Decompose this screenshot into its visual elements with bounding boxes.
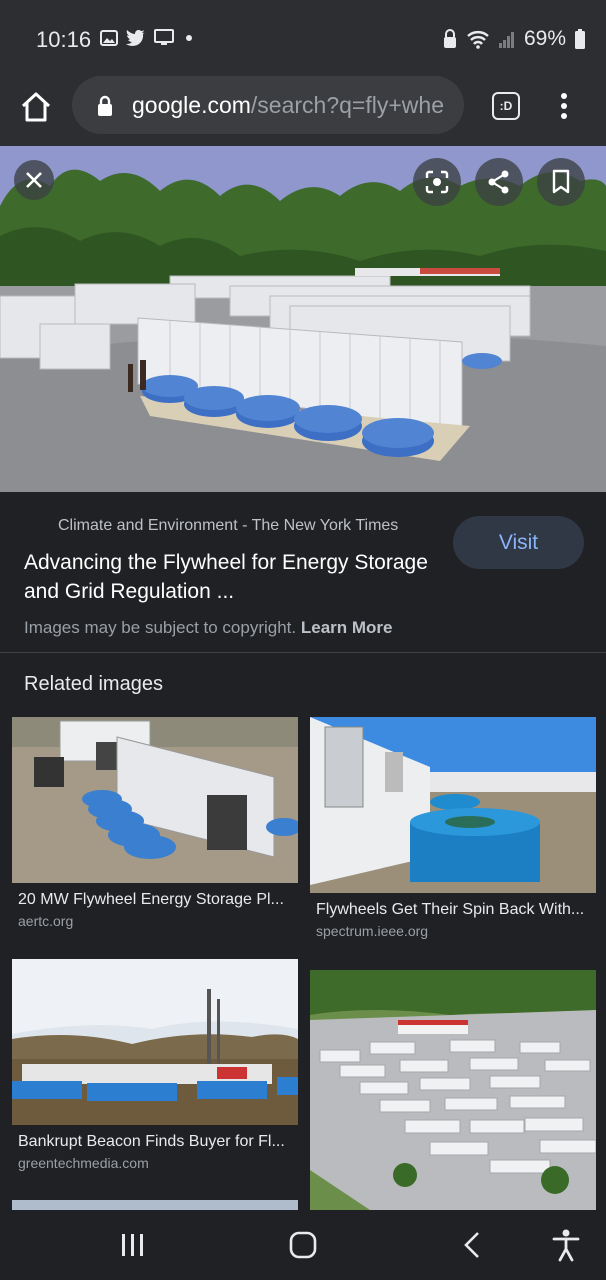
status-time: 10:16 xyxy=(36,27,92,52)
home-icon xyxy=(21,92,51,122)
related-thumbnail xyxy=(310,717,596,893)
status-bar: 10:16 69% xyxy=(0,0,606,76)
beacon-site-photo xyxy=(12,959,298,1125)
flywheel-site-photo xyxy=(12,717,298,883)
related-site: aertc.org xyxy=(18,913,74,929)
wifi-icon xyxy=(467,31,489,49)
related-image-card[interactable] xyxy=(310,970,596,1222)
twitter-icon xyxy=(126,30,145,46)
home-button[interactable] xyxy=(18,89,54,125)
section-divider xyxy=(0,652,606,653)
lock-icon xyxy=(98,95,112,116)
flywheel-tank-photo xyxy=(310,717,596,893)
save-button[interactable] xyxy=(537,158,585,206)
bookmark-icon xyxy=(552,169,570,194)
overflow-menu-button[interactable] xyxy=(554,90,574,122)
address-bar[interactable]: google.com/search?q=fly+whe xyxy=(72,76,464,134)
share-icon xyxy=(488,170,509,194)
main-image[interactable] xyxy=(0,146,606,492)
accessibility-icon[interactable] xyxy=(552,1228,580,1262)
copyright-text: Images may be subject to copyright. xyxy=(24,618,297,637)
tab-switcher-button[interactable]: :D xyxy=(492,92,520,120)
related-title: Bankrupt Beacon Finds Buyer for Fl... xyxy=(18,1133,285,1150)
lens-icon xyxy=(425,170,449,194)
image-title[interactable]: Advancing the Flywheel for Energy Storag… xyxy=(24,548,444,606)
related-images-heading: Related images xyxy=(24,673,163,695)
related-image-card[interactable]: Bankrupt Beacon Finds Buyer for Fl... gr… xyxy=(12,959,298,1171)
related-image-card[interactable]: Flywheels Get Their Spin Back With... sp… xyxy=(310,717,596,939)
related-title: Flywheels Get Their Spin Back With... xyxy=(316,901,585,918)
dot-icon xyxy=(186,35,192,41)
monitor-icon xyxy=(154,29,174,45)
flywheel-farm-aerial-image xyxy=(310,970,596,1210)
related-thumbnail xyxy=(12,959,298,1125)
lens-button[interactable] xyxy=(413,158,461,206)
related-site: greentechmedia.com xyxy=(18,1155,149,1171)
visit-button[interactable]: Visit xyxy=(453,516,584,569)
url-host: google.com xyxy=(132,92,251,118)
lock-status-icon xyxy=(443,29,456,48)
home-nav-icon[interactable] xyxy=(289,1231,317,1259)
related-site: spectrum.ieee.org xyxy=(316,923,429,939)
signal-icon xyxy=(498,32,514,48)
related-thumbnail xyxy=(12,1200,298,1210)
image-info-panel: Climate and Environment - The New York T… xyxy=(0,492,606,652)
system-icons: 69% xyxy=(442,27,586,51)
close-icon xyxy=(26,172,42,188)
related-thumbnail xyxy=(12,717,298,883)
related-image-card[interactable]: 20 MW Flywheel Energy Storage Pl... aert… xyxy=(12,717,298,929)
copyright-notice: Images may be subject to copyright. Lear… xyxy=(24,618,393,638)
back-icon[interactable] xyxy=(462,1231,482,1259)
close-button[interactable] xyxy=(14,160,54,200)
url-text: google.com/search?q=fly+whe xyxy=(132,92,444,119)
url-path: /search?q=fly+whe xyxy=(250,92,444,118)
browser-toolbar: google.com/search?q=fly+whe :D xyxy=(0,76,606,146)
battery-percent: 69% xyxy=(523,27,566,50)
notification-icons xyxy=(100,29,196,47)
related-image-card[interactable] xyxy=(12,1200,298,1210)
recent-apps-icon[interactable] xyxy=(120,1232,146,1258)
system-navigation-bar xyxy=(0,1210,606,1280)
image-source[interactable]: Climate and Environment - The New York T… xyxy=(58,517,398,535)
share-button[interactable] xyxy=(475,158,523,206)
gallery-icon xyxy=(100,30,118,46)
related-title: 20 MW Flywheel Energy Storage Pl... xyxy=(18,891,284,908)
learn-more-link[interactable]: Learn More xyxy=(301,618,393,637)
related-thumbnail xyxy=(310,970,596,1210)
more-vert-icon xyxy=(561,93,567,119)
battery-icon xyxy=(575,29,585,49)
